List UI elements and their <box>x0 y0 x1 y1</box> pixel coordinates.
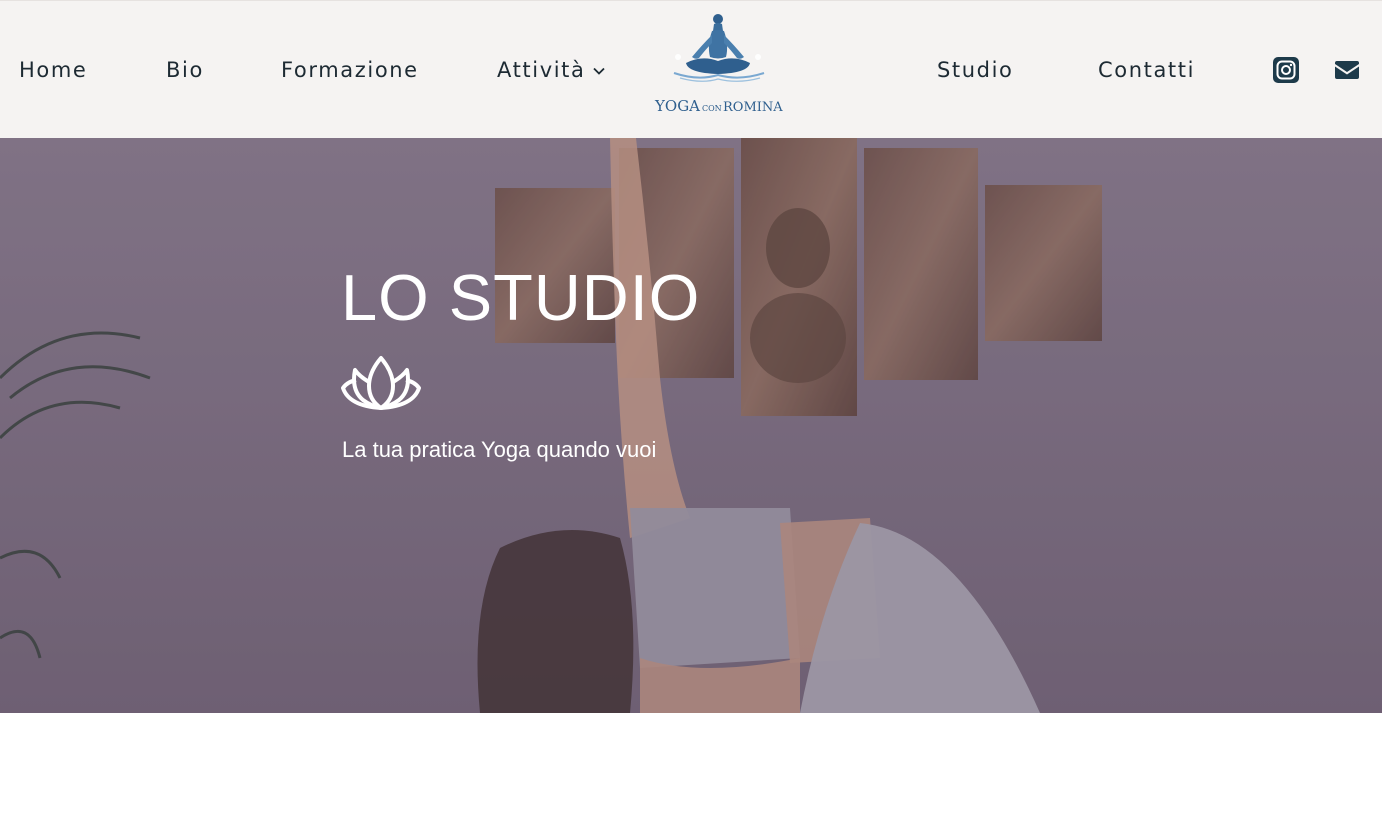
envelope-icon[interactable] <box>1333 56 1361 84</box>
nav-bio[interactable]: Bio <box>166 56 204 84</box>
hero-background-photo <box>0 138 1382 713</box>
hero-subtitle: La tua pratica Yoga quando vuoi <box>342 437 657 462</box>
logo-text-con: CON <box>702 104 722 113</box>
logo[interactable]: YOGA CON ROMINA <box>652 11 786 121</box>
hero-section: LO STUDIO La tua pratica Yoga quando vuo… <box>0 138 1382 713</box>
nav-home[interactable]: Home <box>19 56 87 84</box>
chevron-down-icon <box>593 67 606 75</box>
nav-contatti[interactable]: Contatti <box>1098 56 1195 84</box>
nav-attivita-label: Attività <box>497 58 586 82</box>
hero-title: LO STUDIO <box>341 261 701 334</box>
nav-attivita[interactable]: Attività <box>497 56 606 84</box>
logo-text-romina: ROMINA <box>723 100 783 115</box>
nav-studio[interactable]: Studio <box>937 56 1014 84</box>
nav-formazione[interactable]: Formazione <box>281 56 419 84</box>
site-header: Home Bio Formazione Attività YOGA CON RO… <box>0 0 1382 138</box>
meditation-figure-icon <box>673 14 765 82</box>
logo-text-yoga: YOGA <box>654 97 700 115</box>
instagram-icon[interactable] <box>1272 56 1300 84</box>
lotus-icon <box>341 356 421 410</box>
